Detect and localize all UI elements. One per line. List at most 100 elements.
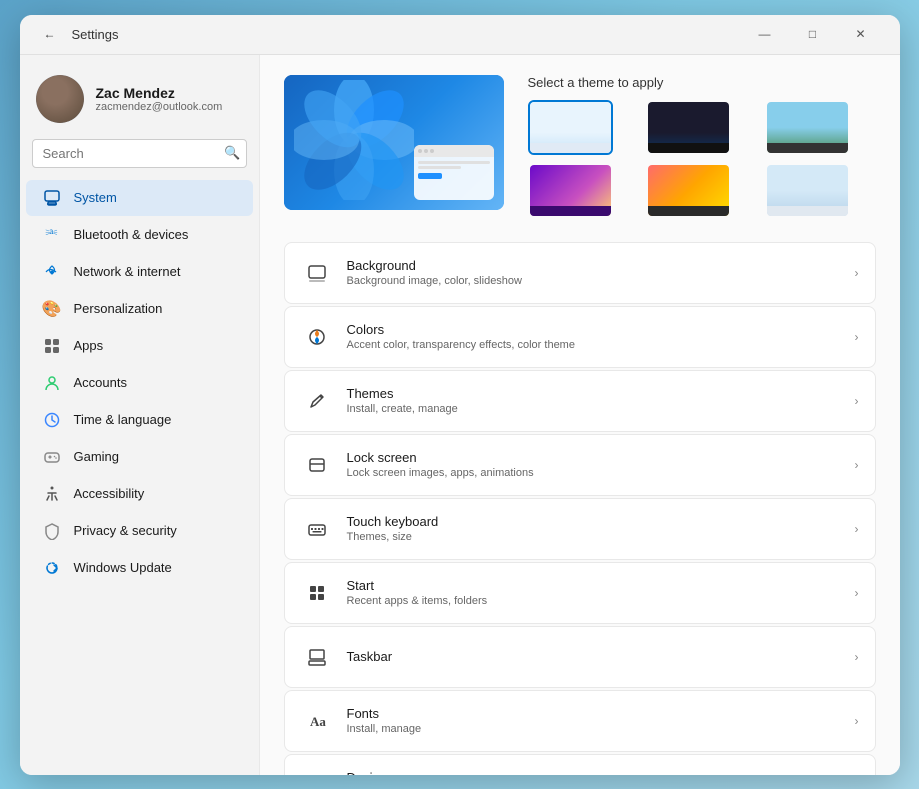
- settings-item-touch-keyboard[interactable]: Touch keyboard Themes, size ›: [284, 498, 876, 560]
- settings-item-themes[interactable]: Themes Install, create, manage ›: [284, 370, 876, 432]
- touch-keyboard-icon: [301, 513, 333, 545]
- themes-desc: Install, create, manage: [347, 403, 855, 415]
- taskbar-title: Taskbar: [347, 649, 855, 664]
- start-text: Start Recent apps & items, folders: [347, 578, 855, 607]
- window-title: Settings: [72, 27, 742, 42]
- theme-preview-light: [530, 102, 611, 153]
- settings-item-background[interactable]: Background Background image, color, slid…: [284, 242, 876, 304]
- sidebar-item-update[interactable]: Windows Update: [26, 550, 253, 586]
- fonts-icon: Aa: [301, 705, 333, 737]
- colors-chevron: ›: [855, 330, 859, 344]
- touch-keyboard-chevron: ›: [855, 522, 859, 536]
- user-section: Zac Mendez zacmendez@outlook.com: [20, 63, 259, 139]
- sidebar-item-time[interactable]: Time & language: [26, 402, 253, 438]
- update-icon: [42, 558, 62, 578]
- taskbar-chevron: ›: [855, 650, 859, 664]
- gaming-icon: [42, 447, 62, 467]
- sidebar-item-privacy[interactable]: Privacy & security: [26, 513, 253, 549]
- sidebar-label-update: Windows Update: [74, 560, 172, 575]
- sidebar-item-gaming[interactable]: Gaming: [26, 439, 253, 475]
- sidebar-item-system[interactable]: System: [26, 180, 253, 216]
- settings-item-lock-screen[interactable]: Lock screen Lock screen images, apps, an…: [284, 434, 876, 496]
- sidebar-item-accessibility[interactable]: Accessibility: [26, 476, 253, 512]
- sidebar-item-network[interactable]: Network & internet: [26, 254, 253, 290]
- settings-item-start[interactable]: Start Recent apps & items, folders ›: [284, 562, 876, 624]
- sidebar-label-system: System: [74, 190, 117, 205]
- start-title: Start: [347, 578, 855, 593]
- device-usage-title: Device usage: [347, 770, 855, 775]
- network-icon: [42, 262, 62, 282]
- search-box: 🔍: [32, 139, 247, 168]
- back-button[interactable]: ←: [36, 20, 64, 48]
- main-content: Select a theme to apply: [260, 55, 900, 775]
- search-input[interactable]: [32, 139, 247, 168]
- theme-item-dark[interactable]: [646, 100, 731, 155]
- start-chevron: ›: [855, 586, 859, 600]
- close-button[interactable]: ✕: [838, 18, 884, 50]
- settings-item-fonts[interactable]: Aa Fonts Install, manage ›: [284, 690, 876, 752]
- theme-preview-soft: [767, 165, 848, 216]
- lock-screen-chevron: ›: [855, 458, 859, 472]
- sidebar-label-accessibility: Accessibility: [74, 486, 145, 501]
- lock-screen-text: Lock screen Lock screen images, apps, an…: [347, 450, 855, 479]
- privacy-icon: [42, 521, 62, 541]
- lock-screen-icon: [301, 449, 333, 481]
- sidebar-label-privacy: Privacy & security: [74, 523, 177, 538]
- sidebar-label-gaming: Gaming: [74, 449, 120, 464]
- system-icon: [42, 188, 62, 208]
- personalization-icon: 🎨: [42, 299, 62, 319]
- theme-preview-image: [284, 75, 504, 210]
- nav-list: System ⎃ Bluetooth & devices Network & i…: [20, 180, 259, 586]
- lock-screen-title: Lock screen: [347, 450, 855, 465]
- sidebar-item-accounts[interactable]: Accounts: [26, 365, 253, 401]
- titlebar: ← Settings — □ ✕: [20, 15, 900, 55]
- settings-item-colors[interactable]: Colors Accent color, transparency effect…: [284, 306, 876, 368]
- fonts-desc: Install, manage: [347, 723, 855, 735]
- themes-text: Themes Install, create, manage: [347, 386, 855, 415]
- background-desc: Background image, color, slideshow: [347, 275, 855, 287]
- window-controls: — □ ✕: [742, 18, 884, 50]
- background-chevron: ›: [855, 266, 859, 280]
- theme-item-landscape[interactable]: [765, 100, 850, 155]
- theme-item-soft[interactable]: [765, 163, 850, 218]
- themes-select-label: Select a theme to apply: [528, 75, 876, 90]
- maximize-button[interactable]: □: [790, 18, 836, 50]
- themes-grid: [528, 100, 876, 218]
- themes-title: Themes: [347, 386, 855, 401]
- background-icon: [301, 257, 333, 289]
- window-content: Zac Mendez zacmendez@outlook.com 🔍: [20, 55, 900, 775]
- sidebar-label-network: Network & internet: [74, 264, 181, 279]
- settings-item-taskbar[interactable]: Taskbar ›: [284, 626, 876, 688]
- user-name: Zac Mendez: [96, 85, 223, 101]
- settings-item-device-usage[interactable]: Device usage Customized suggestions for …: [284, 754, 876, 775]
- settings-list: Background Background image, color, slid…: [284, 242, 876, 775]
- touch-keyboard-desc: Themes, size: [347, 531, 855, 543]
- colors-icon: [301, 321, 333, 353]
- taskbar-text: Taskbar: [347, 649, 855, 664]
- start-icon: [301, 577, 333, 609]
- fonts-chevron: ›: [855, 714, 859, 728]
- user-email: zacmendez@outlook.com: [96, 101, 223, 113]
- themes-icon: [301, 385, 333, 417]
- time-icon: [42, 410, 62, 430]
- minimize-button[interactable]: —: [742, 18, 788, 50]
- background-title: Background: [347, 258, 855, 273]
- sidebar-item-apps[interactable]: Apps: [26, 328, 253, 364]
- sidebar-item-personalization[interactable]: 🎨 Personalization: [26, 291, 253, 327]
- colors-title: Colors: [347, 322, 855, 337]
- themes-grid-section: Select a theme to apply: [528, 75, 876, 218]
- sidebar-label-time: Time & language: [74, 412, 172, 427]
- fonts-title: Fonts: [347, 706, 855, 721]
- sidebar-label-personalization: Personalization: [74, 301, 163, 316]
- sidebar-item-bluetooth[interactable]: ⎃ Bluetooth & devices: [26, 217, 253, 253]
- avatar-image: [36, 75, 84, 123]
- theme-preview-purple: [530, 165, 611, 216]
- theme-item-light[interactable]: [528, 100, 613, 155]
- theme-item-purple[interactable]: [528, 163, 613, 218]
- sidebar-label-accounts: Accounts: [74, 375, 127, 390]
- search-icon-button[interactable]: 🔍: [224, 145, 240, 161]
- accessibility-icon: [42, 484, 62, 504]
- theme-item-colorful[interactable]: [646, 163, 731, 218]
- user-info: Zac Mendez zacmendez@outlook.com: [96, 85, 223, 113]
- themes-chevron: ›: [855, 394, 859, 408]
